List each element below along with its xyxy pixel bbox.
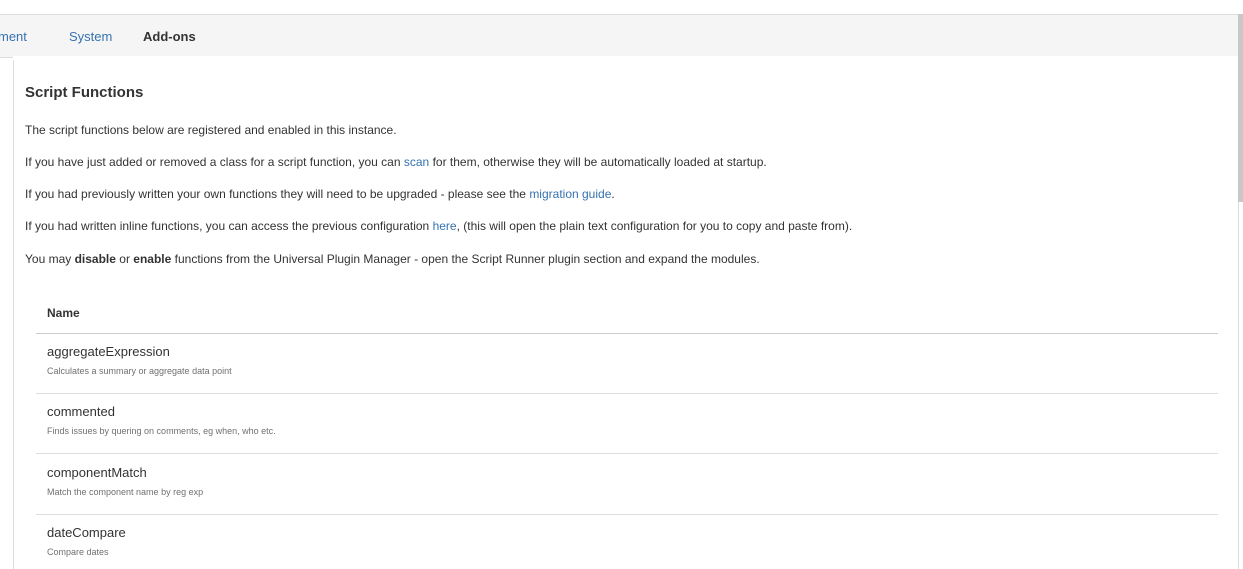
- function-name[interactable]: dateCompare: [47, 525, 126, 540]
- admin-tab-bar: ment System Add-ons: [0, 14, 1243, 58]
- function-description: Match the component name by reg exp: [47, 487, 204, 497]
- intro-paragraph: The script functions below are registere…: [25, 123, 397, 137]
- scrollbar-thumb[interactable]: [1238, 14, 1243, 202]
- tab-add-ons[interactable]: Add-ons: [143, 29, 196, 45]
- function-name[interactable]: componentMatch: [47, 465, 147, 480]
- migration-paragraph: If you had previously written your own f…: [25, 186, 615, 202]
- inline-text-after: , (this will open the plain text configu…: [456, 219, 853, 233]
- migration-guide-link[interactable]: migration guide: [529, 187, 611, 201]
- plugin-manager-paragraph: You may disable or enable functions from…: [25, 251, 760, 267]
- header-divider: [36, 333, 1218, 334]
- scan-text-after: for them, otherwise they will be automat…: [429, 155, 767, 169]
- inline-text-before: If you had written inline functions, you…: [25, 219, 433, 233]
- disable-keyword: disable: [74, 252, 116, 266]
- scan-text-before: If you have just added or removed a clas…: [25, 155, 404, 169]
- row-divider: [36, 514, 1218, 515]
- scan-paragraph: If you have just added or removed a clas…: [25, 154, 767, 170]
- panel-top-cover: [13, 56, 1239, 60]
- tab-management[interactable]: ment: [0, 29, 27, 45]
- function-description: Finds issues by quering on comments, eg …: [47, 426, 276, 436]
- function-description: Calculates a summary or aggregate data p…: [47, 366, 232, 376]
- inline-functions-paragraph: If you had written inline functions, you…: [25, 218, 852, 234]
- function-name[interactable]: commented: [47, 404, 115, 419]
- row-divider: [36, 453, 1218, 454]
- scan-link[interactable]: scan: [404, 155, 429, 169]
- upm-text-after: functions from the Universal Plugin Mana…: [171, 252, 760, 266]
- top-strip: [0, 0, 1243, 14]
- upm-text-mid: or: [115, 252, 134, 266]
- upm-text-before: You may: [25, 252, 75, 266]
- row-divider: [36, 393, 1218, 394]
- here-link[interactable]: here: [433, 219, 457, 233]
- migration-text-after: .: [611, 187, 615, 201]
- migration-text-before: If you had previously written your own f…: [25, 187, 530, 201]
- page-title: Script Functions: [25, 84, 144, 101]
- column-header-name: Name: [47, 306, 80, 320]
- tab-system[interactable]: System: [69, 29, 112, 45]
- function-description: Compare dates: [47, 547, 109, 557]
- enable-keyword: enable: [133, 252, 172, 266]
- function-name[interactable]: aggregateExpression: [47, 344, 170, 359]
